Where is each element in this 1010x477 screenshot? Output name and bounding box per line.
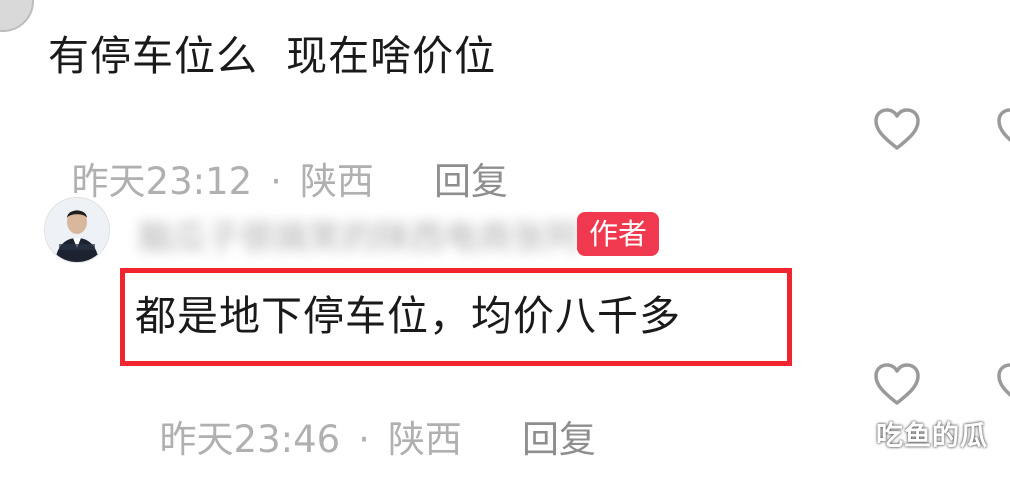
- commenter-avatar[interactable]: [0, 0, 34, 32]
- author-reply-meta: 昨天23:46 · 陕西 回复: [136, 366, 596, 463]
- reply-location: 陕西: [387, 418, 462, 461]
- reply-button[interactable]: 回复: [434, 160, 508, 203]
- author-portrait-icon: [45, 198, 109, 262]
- comment-meta: 昨天23:12 · 陕西 回复: [48, 108, 508, 205]
- author-name-blurred[interactable]: 脑瓜子很搞笑的陕西电商张阿: [138, 210, 580, 258]
- author-reply-text: 都是地下停车位，均价八千多: [135, 292, 681, 340]
- meta-separator: ·: [358, 418, 370, 461]
- comment-location: 陕西: [299, 160, 374, 203]
- author-badge: 作者: [577, 212, 660, 256]
- comment-time: 昨天23:12: [71, 160, 253, 203]
- like-heart-icon-partial[interactable]: [996, 107, 1010, 151]
- meta-separator: ·: [270, 160, 282, 203]
- author-avatar[interactable]: [44, 197, 110, 263]
- like-heart-icon[interactable]: [873, 107, 921, 151]
- like-heart-icon[interactable]: [873, 362, 921, 406]
- reply-button[interactable]: 回复: [522, 418, 596, 461]
- reply-time: 昨天23:46: [159, 418, 341, 461]
- like-heart-icon-partial[interactable]: [996, 362, 1010, 406]
- comment-text: 有停车位么 现在啥价位: [48, 32, 497, 80]
- watermark: 吃鱼的瓜: [876, 421, 988, 452]
